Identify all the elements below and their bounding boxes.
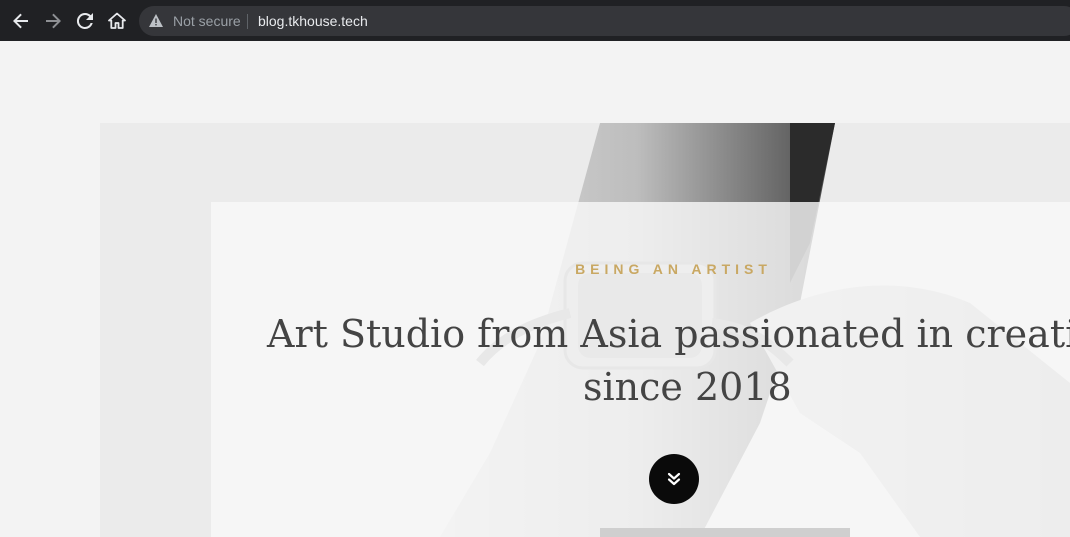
security-status-text[interactable]: Not secure [173,13,241,29]
arrow-left-icon [13,13,28,29]
arrow-right-icon [46,13,61,29]
hero-content-panel: BEING AN ARTIST Art Studio from Asia pas… [211,202,1070,537]
hero-eyebrow: BEING AN ARTIST [575,261,772,277]
address-divider [247,14,248,29]
forward-button[interactable] [42,10,64,32]
reload-icon [76,12,93,29]
page-viewport: BEING AN ARTIST Art Studio from Asia pas… [0,41,1070,537]
address-bar[interactable]: Not secure blog.tkhouse.tech [139,6,1070,36]
hero-headline: Art Studio from Asia passionated in crea… [267,308,1070,414]
hero-headline-line1: Art Studio from Asia passionated in crea… [267,312,1070,356]
warning-triangle-icon [149,14,163,27]
scroll-down-button[interactable] [649,454,699,504]
double-chevron-down-icon [667,472,681,486]
back-button[interactable] [10,10,32,32]
home-button[interactable] [106,10,128,32]
home-icon [108,12,126,29]
hero-headline-line2: since 2018 [583,365,792,409]
browser-toolbar: Not secure blog.tkhouse.tech [0,0,1070,41]
url-text[interactable]: blog.tkhouse.tech [258,13,368,29]
reload-button[interactable] [74,10,96,32]
